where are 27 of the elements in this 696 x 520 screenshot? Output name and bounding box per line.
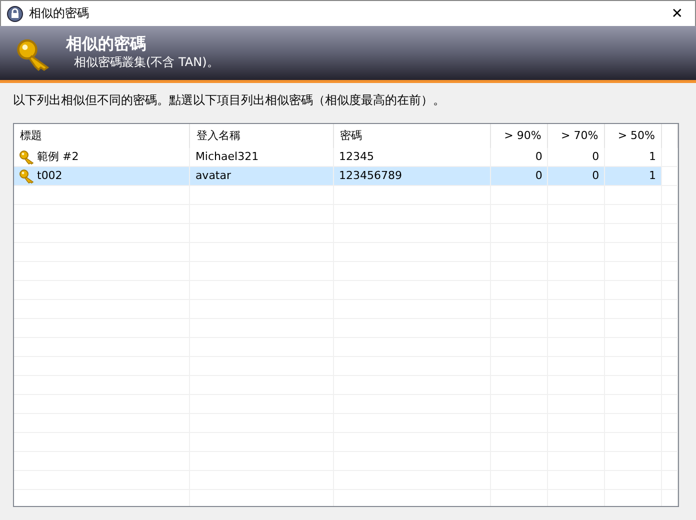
table-cell-text: 0: [535, 168, 542, 184]
table-cell-text: 範例 #2: [37, 149, 79, 165]
key-icon: [19, 149, 35, 165]
column-header[interactable]: > 50%: [605, 124, 662, 148]
table-row[interactable]: t002 avatar 123456789 0 0 1: [14, 167, 678, 186]
window-title: 相似的密碼: [29, 5, 90, 22]
lock-icon: [7, 6, 23, 22]
table-cell-text: 0: [535, 149, 542, 165]
instruction-text: 以下列出相似但不同的密碼。點選以下項目列出相似密碼（相似度最高的在前）。: [13, 92, 446, 109]
column-header[interactable]: > 70%: [548, 124, 606, 148]
close-button[interactable]: ✕: [665, 6, 689, 22]
banner-subtitle: 相似密碼叢集(不含 TAN)。: [74, 54, 219, 71]
table-cell-text: 12345: [338, 149, 374, 165]
banner-title: 相似的密碼: [66, 34, 146, 55]
table-cell-text: avatar: [195, 168, 232, 184]
table-cell-text: 1: [649, 168, 656, 184]
table-cell-text: 1: [649, 149, 656, 165]
column-header[interactable]: 登入名稱: [190, 124, 334, 148]
table-cell-text: 0: [592, 168, 600, 184]
table-cell-text: t002: [37, 168, 62, 184]
column-header[interactable]: > 90%: [491, 124, 548, 148]
column-header[interactable]: 密碼: [334, 124, 492, 148]
key-icon: [19, 168, 35, 184]
column-header[interactable]: 標題: [14, 124, 190, 148]
table-cell-text: Michael321: [195, 149, 259, 165]
table-cell-text: 0: [592, 149, 600, 165]
table-cell-text: 123456789: [338, 168, 402, 184]
